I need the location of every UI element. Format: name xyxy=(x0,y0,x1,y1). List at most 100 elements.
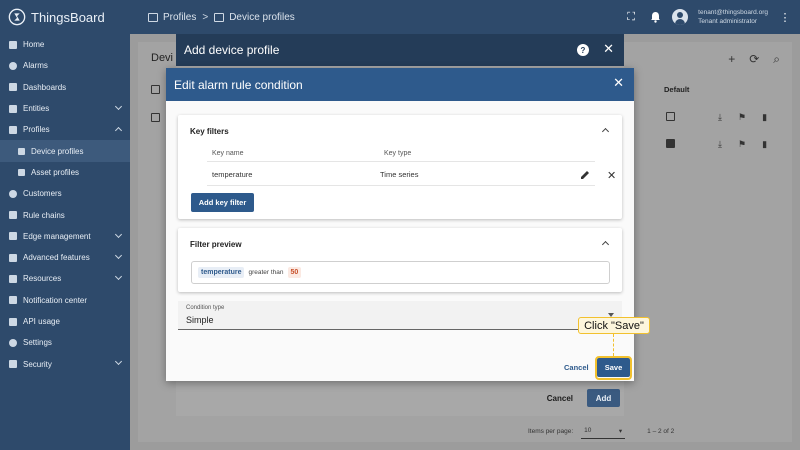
user-info[interactable]: tenant@thingsboard.org Tenant administra… xyxy=(698,8,768,26)
sidebar-item-security[interactable]: Security xyxy=(0,353,130,374)
column-header-key-type: Key type xyxy=(384,150,412,157)
row-checkbox[interactable] xyxy=(151,113,160,122)
profiles-icon xyxy=(148,12,158,22)
alarm-icon xyxy=(9,61,17,70)
asset-profile-icon xyxy=(18,168,25,176)
edit-icon[interactable] xyxy=(579,169,591,181)
home-icon xyxy=(9,40,17,49)
select-all-checkbox[interactable] xyxy=(151,85,160,94)
sidebar-item-alarms[interactable]: Alarms xyxy=(0,55,130,76)
advanced-icon xyxy=(9,253,17,262)
callout-connector xyxy=(613,334,614,356)
chevron-up-icon[interactable] xyxy=(601,240,610,249)
chevron-down-icon xyxy=(114,102,123,110)
chevron-down-icon: ▾ xyxy=(618,427,623,435)
more-vert-icon[interactable]: ⋮ xyxy=(778,10,792,24)
delete-icon[interactable]: ▮ xyxy=(762,139,767,150)
preview-operator: greater than xyxy=(248,269,284,276)
cancel-button[interactable]: Cancel xyxy=(547,394,573,403)
items-per-page-value: 10 xyxy=(584,427,592,434)
items-per-page-select[interactable]: 10 ▾ xyxy=(581,423,626,439)
download-icon[interactable]: ⤓ xyxy=(718,112,722,123)
panel-title: Key filters xyxy=(190,127,229,136)
account-icon[interactable] xyxy=(672,9,689,25)
profiles-icon xyxy=(9,125,17,134)
sidebar-item-settings[interactable]: Settings xyxy=(0,332,130,353)
resources-icon xyxy=(9,274,17,283)
sidebar-item-device-profiles[interactable]: Device profiles xyxy=(0,140,130,162)
logo-text: ThingsBoard xyxy=(31,9,105,25)
condition-type-select[interactable]: Condition type Simple xyxy=(178,301,622,330)
sidebar-item-api-usage[interactable]: API usage xyxy=(0,311,130,332)
delete-icon[interactable]: ▮ xyxy=(762,112,767,123)
preview-value-chip: 50 xyxy=(287,267,302,278)
close-icon[interactable]: ✕ xyxy=(613,75,624,91)
bell-icon[interactable] xyxy=(648,10,662,24)
logo[interactable]: ThingsBoard xyxy=(0,0,130,34)
device-profile-icon xyxy=(214,12,225,22)
refresh-icon[interactable]: ⟳ xyxy=(749,52,759,67)
breadcrumb: Profiles > Device profiles xyxy=(130,12,295,23)
download-icon[interactable]: ⤓ xyxy=(718,139,722,150)
items-per-page-label: Items per page: xyxy=(528,427,574,435)
breadcrumb-profiles[interactable]: Profiles xyxy=(148,12,196,23)
thingsboard-logo-icon xyxy=(8,8,26,26)
page-title: Devi xyxy=(151,52,174,64)
add-button[interactable]: Add xyxy=(587,389,620,407)
sidebar-item-notification-center[interactable]: Notification center xyxy=(0,290,130,311)
sidebar-item-label: Alarms xyxy=(23,61,48,71)
sidebar-item-advanced-features[interactable]: Advanced features xyxy=(0,247,130,268)
user-email: tenant@thingsboard.org xyxy=(698,9,768,16)
default-checkbox-checked xyxy=(666,139,675,148)
sidebar-item-customers[interactable]: Customers xyxy=(0,183,130,204)
column-header-key-name: Key name xyxy=(212,150,244,157)
sidebar-item-label: Rule chains xyxy=(23,210,65,220)
tutorial-callout: Click "Save" xyxy=(578,317,650,334)
sidebar-item-label: Home xyxy=(23,40,45,50)
flag-icon[interactable]: ⚑ xyxy=(738,139,746,150)
table-row: temperature Time series ✕ xyxy=(207,162,616,186)
save-button-highlight xyxy=(595,356,632,380)
sidebar-item-rule-chains[interactable]: Rule chains xyxy=(0,204,130,225)
key-filters-table-header: Key name Key type xyxy=(207,150,595,162)
sidebar-item-label: Resources xyxy=(23,274,62,284)
help-icon[interactable]: ? xyxy=(577,44,589,56)
edit-alarm-rule-condition-dialog: Edit alarm rule condition ✕ Key filters … xyxy=(166,68,634,381)
search-icon[interactable]: ⌕ xyxy=(773,52,780,67)
condition-type-value: Simple xyxy=(186,315,214,325)
close-icon[interactable]: ✕ xyxy=(603,41,614,57)
sidebar-item-asset-profiles[interactable]: Asset profiles xyxy=(0,162,130,183)
sidebar-item-label: Entities xyxy=(23,104,50,114)
chevron-up-icon[interactable] xyxy=(601,127,610,136)
chevron-down-icon xyxy=(114,230,123,238)
sidebar-item-entities[interactable]: Entities xyxy=(0,98,130,119)
notification-icon xyxy=(9,296,17,305)
sidebar-item-home[interactable]: Home xyxy=(0,34,130,55)
cancel-button[interactable]: Cancel xyxy=(564,363,589,372)
customers-icon xyxy=(9,189,17,198)
chevron-down-icon xyxy=(114,273,123,281)
sidebar-item-label: API usage xyxy=(23,317,60,326)
rule-chains-icon xyxy=(9,211,17,220)
sidebar-item-label: Customers xyxy=(23,189,62,199)
sidebar-item-resources[interactable]: Resources xyxy=(0,268,130,289)
key-name-cell: temperature xyxy=(212,170,253,179)
dialog-title: Edit alarm rule condition xyxy=(174,77,303,92)
sidebar-item-label: Notification center xyxy=(23,295,88,305)
sidebar-item-edge-management[interactable]: Edge management xyxy=(0,226,130,247)
fullscreen-icon[interactable]: ⛶ xyxy=(624,10,638,24)
settings-icon xyxy=(9,338,17,347)
close-icon[interactable]: ✕ xyxy=(607,170,616,182)
flag-icon[interactable]: ⚑ xyxy=(738,112,746,123)
add-key-filter-button[interactable]: Add key filter xyxy=(191,193,254,212)
filter-preview-box: temperature greater than 50 xyxy=(191,261,610,284)
sidebar-item-label: Profiles xyxy=(23,125,50,135)
key-type-cell: Time series xyxy=(380,170,419,179)
panel-title: Filter preview xyxy=(190,240,242,249)
add-icon[interactable]: + xyxy=(728,52,735,67)
dialog-actions: Cancel Add xyxy=(176,389,624,407)
paginator: Items per page: 10 ▾ 1 – 2 of 2 xyxy=(528,423,674,439)
user-role: Tenant administrator xyxy=(698,18,758,25)
sidebar-item-profiles[interactable]: Profiles xyxy=(0,119,130,140)
sidebar-item-dashboards[interactable]: Dashboards xyxy=(0,77,130,98)
